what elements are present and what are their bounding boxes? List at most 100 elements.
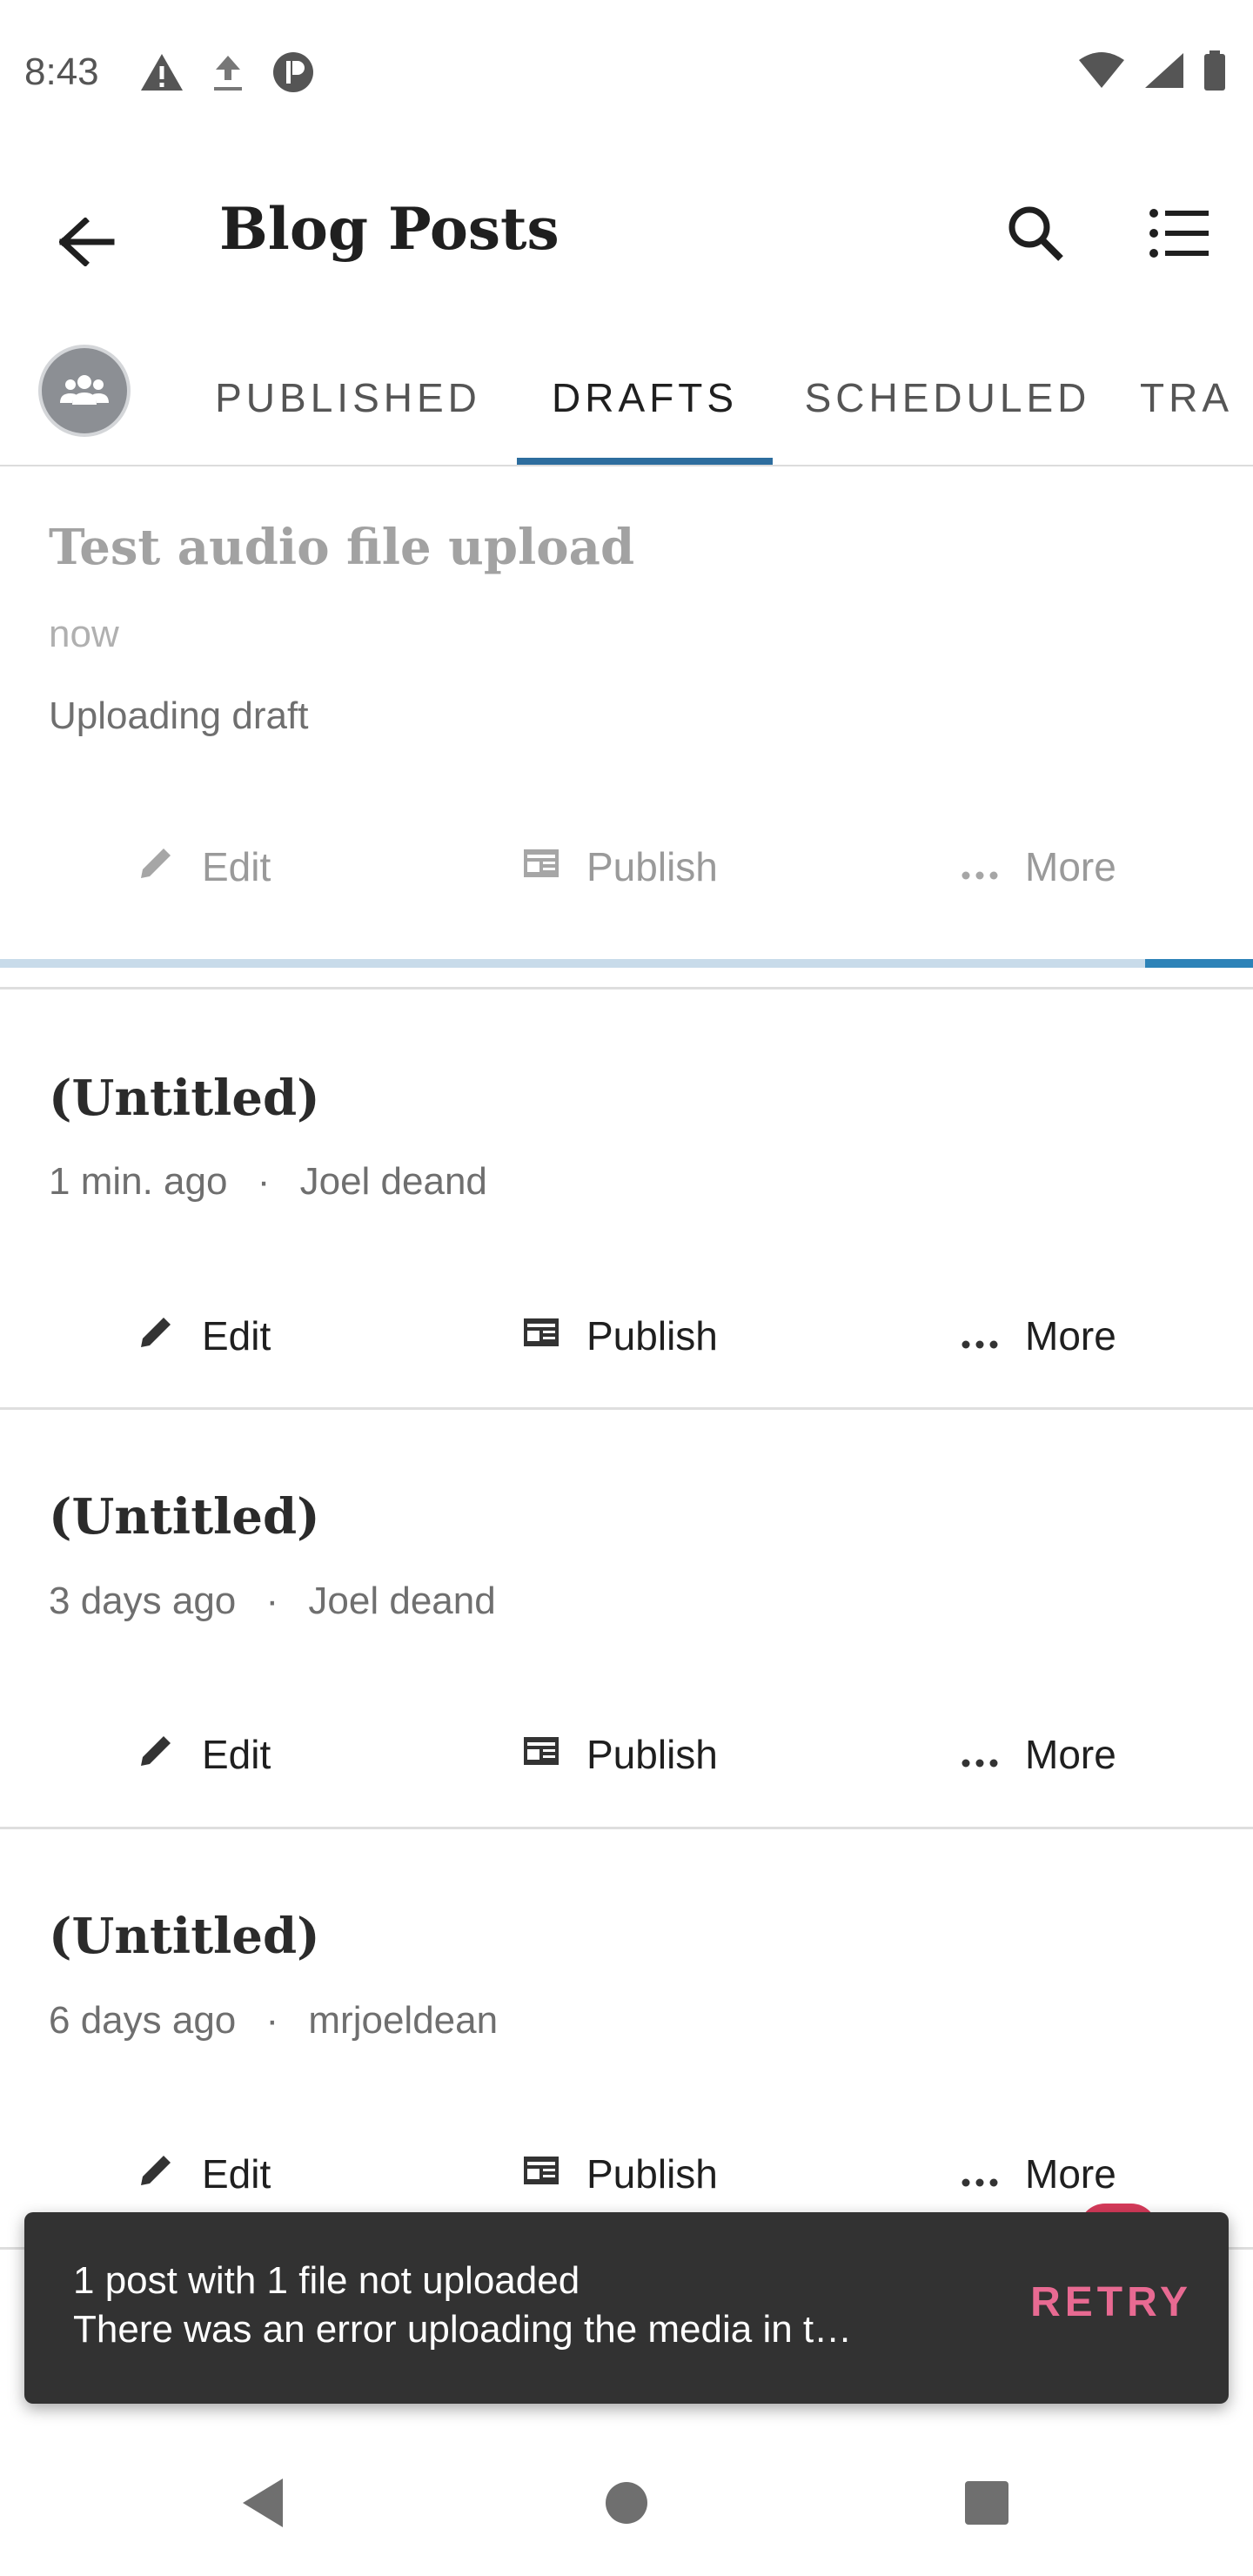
post-author: Joel deand <box>308 1580 496 1622</box>
meta-separator: · <box>257 1160 271 1203</box>
list-item[interactable]: (Untitled) 6 days ago · mrjoeldean Edit … <box>0 1829 1253 2247</box>
nav-back-icon <box>239 2477 286 2533</box>
post-time: 6 days ago <box>49 1999 237 2042</box>
edit-button[interactable]: Edit <box>137 2122 271 2226</box>
pencil-icon <box>137 1312 176 1360</box>
more-button[interactable]: More <box>961 1702 1116 1807</box>
list-view-button[interactable] <box>1131 191 1227 278</box>
list-item[interactable]: Test audio file upload now Uploading dra… <box>0 466 1253 969</box>
more-label: More <box>1025 1732 1116 1777</box>
more-horizontal-icon <box>961 1731 999 1778</box>
retry-button[interactable]: RETRY <box>1030 2278 1192 2326</box>
publish-button[interactable]: Publish <box>522 1702 718 1807</box>
list-view-icon <box>1149 208 1209 263</box>
nav-recents-button[interactable] <box>943 2461 1030 2548</box>
edit-label: Edit <box>202 844 271 889</box>
more-horizontal-icon <box>961 2150 999 2197</box>
system-navigation-bar <box>0 2428 1253 2576</box>
snackbar-detail: There was an error uploading the media i… <box>73 2308 853 2351</box>
back-button[interactable] <box>44 200 131 287</box>
publish-icon <box>522 1312 560 1359</box>
nav-back-button[interactable] <box>219 2461 306 2548</box>
edit-button[interactable]: Edit <box>137 1284 271 1388</box>
search-button[interactable] <box>992 191 1079 278</box>
publish-label: Publish <box>586 1732 718 1777</box>
nav-home-icon <box>604 2480 649 2530</box>
publish-button[interactable]: Publish <box>522 2122 718 2226</box>
more-label: More <box>1025 844 1116 889</box>
upload-icon <box>211 52 245 97</box>
upload-progress-fill <box>1145 959 1253 968</box>
list-item[interactable]: (Untitled) 3 days ago · Joel deand Edit … <box>0 1410 1253 1828</box>
app-icon <box>271 50 315 98</box>
status-time: 8:43 <box>24 50 99 93</box>
more-label: More <box>1025 2151 1116 2197</box>
battery-icon <box>1203 50 1227 95</box>
more-horizontal-icon <box>961 843 999 890</box>
pencil-icon <box>137 843 176 891</box>
post-title: (Untitled) <box>49 1488 320 1546</box>
meta-separator: · <box>265 1999 279 2042</box>
edit-button[interactable]: Edit <box>137 815 271 919</box>
status-notification-icons <box>139 50 315 98</box>
nav-home-button[interactable] <box>583 2461 670 2548</box>
tab-scheduled[interactable]: SCHEDULED <box>794 331 1102 465</box>
publish-button[interactable]: Publish <box>522 815 718 919</box>
publish-icon <box>522 843 560 890</box>
publish-label: Publish <box>586 2151 718 2197</box>
publish-icon <box>522 2150 560 2197</box>
tab-published[interactable]: PUBLISHED <box>209 331 487 465</box>
wifi-icon <box>1077 51 1126 94</box>
publish-label: Publish <box>586 1313 718 1358</box>
pencil-icon <box>137 1731 176 1779</box>
post-status-tabs: PUBLISHED DRAFTS SCHEDULED TRA <box>0 331 1253 466</box>
people-icon <box>58 372 111 411</box>
more-button[interactable]: More <box>961 1284 1116 1388</box>
page-title: Blog Posts <box>219 195 559 263</box>
upload-error-snackbar: 1 post with 1 file not uploaded There wa… <box>24 2212 1229 2404</box>
post-time: 3 days ago <box>49 1580 237 1622</box>
active-tab-indicator <box>517 458 773 465</box>
nav-recents-icon <box>963 2479 1010 2531</box>
upload-status: Uploading draft <box>49 694 309 737</box>
meta-separator: · <box>265 1580 279 1622</box>
signal-icon <box>1143 51 1185 94</box>
more-button[interactable]: More <box>961 815 1116 919</box>
post-actions: Edit Publish More <box>0 2122 1253 2226</box>
edit-label: Edit <box>202 1313 271 1358</box>
tab-trashed[interactable]: TRA <box>1140 331 1253 465</box>
snackbar-message: 1 post with 1 file not uploaded <box>73 2259 580 2302</box>
post-actions: Edit Publish More <box>0 815 1253 919</box>
publish-icon <box>522 1731 560 1778</box>
upload-progress-track <box>0 959 1253 968</box>
more-horizontal-icon <box>961 1312 999 1359</box>
more-label: More <box>1025 1313 1116 1358</box>
status-system-icons <box>1077 50 1227 95</box>
edit-label: Edit <box>202 1732 271 1777</box>
post-author: Joel deand <box>299 1160 487 1203</box>
author-filter-avatar[interactable] <box>38 345 131 437</box>
publish-button[interactable]: Publish <box>522 1284 718 1388</box>
post-actions: Edit Publish More <box>0 1702 1253 1807</box>
publish-label: Publish <box>586 844 718 889</box>
app-bar: Blog Posts <box>0 148 1253 322</box>
post-actions: Edit Publish More <box>0 1284 1253 1388</box>
post-author: mrjoeldean <box>308 1999 499 2042</box>
post-title: Test audio file upload <box>49 519 635 576</box>
list-item[interactable]: (Untitled) 1 min. ago · Joel deand Edit … <box>0 989 1253 1407</box>
search-icon <box>1007 205 1064 266</box>
post-meta: 6 days ago · mrjoeldean <box>49 1999 498 2043</box>
post-meta: 3 days ago · Joel deand <box>49 1580 496 1623</box>
pencil-icon <box>137 2150 176 2198</box>
edit-button[interactable]: Edit <box>137 1702 271 1807</box>
post-time: 1 min. ago <box>49 1160 228 1203</box>
post-title: (Untitled) <box>49 1070 320 1127</box>
post-time: now <box>49 613 119 655</box>
post-meta: 1 min. ago · Joel deand <box>49 1160 487 1204</box>
tab-drafts[interactable]: DRAFTS <box>517 331 773 465</box>
warning-icon <box>139 52 184 97</box>
edit-label: Edit <box>202 2151 271 2197</box>
arrow-left-icon <box>58 216 115 271</box>
status-bar: 8:43 <box>0 0 1253 148</box>
post-title: (Untitled) <box>49 1908 320 1965</box>
